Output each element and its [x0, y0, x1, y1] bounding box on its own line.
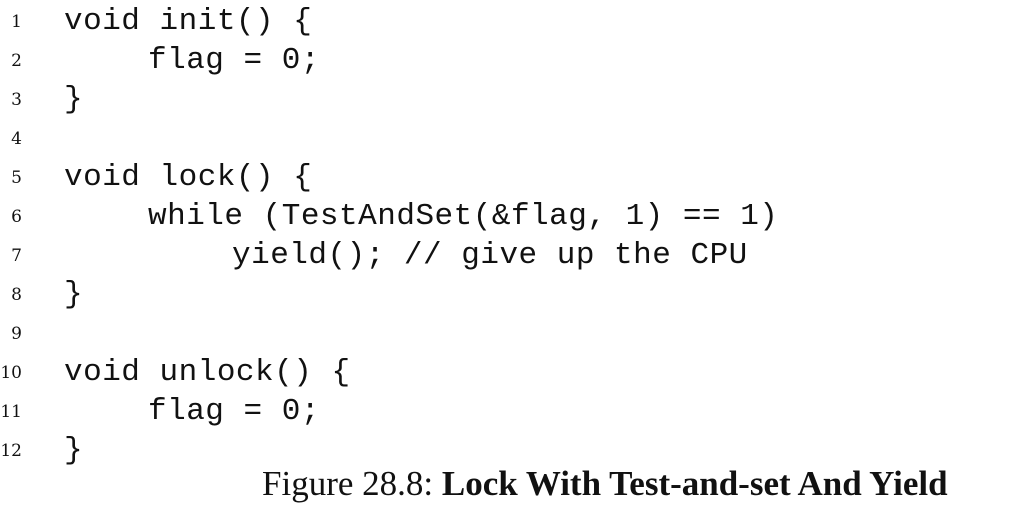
code-line: 10 void unlock() { [0, 353, 1020, 392]
line-number: 6 [11, 207, 22, 227]
code-text: void init() { [64, 4, 313, 39]
code-text: void lock() { [64, 160, 313, 195]
code-text: } [64, 433, 84, 468]
caption-label: Figure 28.8: [262, 464, 434, 503]
code-text: flag = 0; [148, 43, 320, 78]
code-line: 4 [0, 119, 1020, 158]
code-line: 11 flag = 0; [0, 392, 1020, 431]
line-number: 8 [11, 285, 22, 305]
code-text: flag = 0; [148, 394, 320, 429]
line-number: 2 [11, 51, 22, 71]
code-text: } [64, 277, 84, 312]
code-line: 7 yield(); // give up the CPU [0, 236, 1020, 275]
code-line: 8 } [0, 275, 1020, 314]
line-number: 5 [11, 168, 22, 188]
line-number: 12 [0, 441, 22, 461]
code-line: 6 while (TestAndSet(&flag, 1) == 1) [0, 197, 1020, 236]
code-text: while (TestAndSet(&flag, 1) == 1) [148, 199, 779, 234]
code-text: void unlock() { [64, 355, 351, 390]
line-number: 9 [11, 324, 22, 344]
code-text: } [64, 82, 84, 117]
line-number: 10 [0, 363, 22, 383]
line-number: 11 [0, 402, 22, 422]
line-number: 1 [11, 12, 22, 32]
code-line: 5 void lock() { [0, 158, 1020, 197]
code-line: 2 flag = 0; [0, 41, 1020, 80]
code-line: 9 [0, 314, 1020, 353]
code-line: 3 } [0, 80, 1020, 119]
code-line: 1 void init() { [0, 2, 1020, 41]
line-number: 3 [11, 90, 22, 110]
caption-title: Lock With Test-and-set And Yield [441, 464, 948, 503]
line-number: 4 [11, 129, 22, 149]
line-number: 7 [11, 246, 22, 266]
figure-caption: Figure 28.8: Lock With Test-and-set And … [262, 458, 948, 510]
code-text: yield(); // give up the CPU [232, 238, 748, 273]
